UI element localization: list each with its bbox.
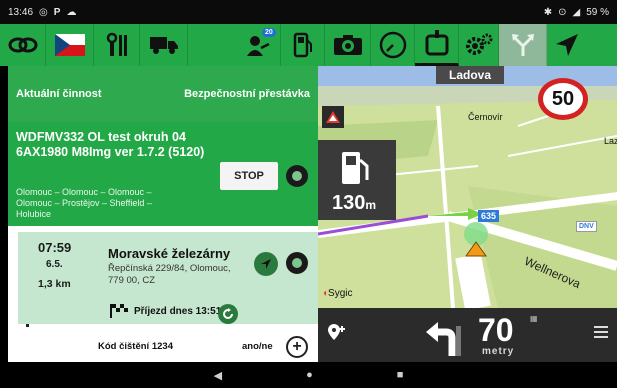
fuel-pump-icon bbox=[342, 152, 369, 184]
czech-flag-icon bbox=[54, 34, 85, 56]
road-number-label: 635 bbox=[478, 210, 500, 222]
tour-title: WDFMV332 OL test okruh 04 6AX1980 M8Img … bbox=[16, 130, 205, 159]
safety-break-label: Bezpečnostní přestávka bbox=[184, 88, 310, 100]
activity-bar[interactable]: Aktuální činnost Bezpečnostní přestávka bbox=[8, 66, 318, 122]
stop-time: 07:59 bbox=[38, 240, 72, 255]
tachograph-icon bbox=[425, 29, 448, 55]
navigation-arrow-icon bbox=[556, 34, 578, 56]
arrival-time: Příjezd dnes 13:51 bbox=[134, 306, 222, 317]
refresh-button[interactable] bbox=[218, 304, 238, 324]
status-bar: 13:46 ◎ P ☁ ✱ ⊙ ◢ 59 % bbox=[0, 0, 617, 24]
turn-instruction-bar: ▦ 70 metry bbox=[318, 308, 617, 362]
stop-date: 6.5. bbox=[46, 259, 63, 270]
stop-detail-button[interactable] bbox=[286, 252, 308, 274]
battery-level: 59 % bbox=[586, 6, 609, 18]
navigate-to-stop-button[interactable] bbox=[254, 252, 278, 276]
lane-indicator-icon: ▦ bbox=[530, 314, 538, 323]
speedometer-icon bbox=[379, 31, 406, 59]
navigation-arrow-icon bbox=[261, 259, 271, 269]
camera-icon bbox=[333, 35, 362, 55]
speedometer-button[interactable] bbox=[371, 24, 415, 66]
cloud-icon: ☁ bbox=[66, 6, 77, 18]
stop-name: Moravské železárny bbox=[108, 246, 231, 261]
sygic-logo: ◖Sygic bbox=[322, 288, 353, 299]
fuel-pump-icon bbox=[293, 32, 312, 58]
fuel-station-poi[interactable]: 130m bbox=[318, 140, 396, 220]
warning-triangle-icon bbox=[326, 111, 340, 123]
link-icon bbox=[8, 37, 37, 53]
current-road bbox=[455, 253, 491, 308]
cleaning-code-row[interactable]: Kód čištění 1234 ano/ne + bbox=[8, 330, 318, 362]
sygic-brand: Sygic bbox=[328, 288, 353, 299]
yes-no-label: ano/ne bbox=[242, 341, 273, 352]
task-panel: Aktuální činnost Bezpečnostní přestávka … bbox=[8, 66, 318, 362]
tour-card[interactable]: WDFMV332 OL test okruh 04 6AX1980 M8Img … bbox=[8, 122, 318, 226]
dnv-sign: DNV bbox=[576, 221, 597, 232]
route-split-icon bbox=[511, 34, 534, 56]
hamburger-menu-icon[interactable] bbox=[594, 326, 608, 340]
turn-left-icon bbox=[426, 322, 461, 356]
home-icon[interactable]: ● bbox=[306, 369, 313, 381]
message-badge: 20 bbox=[262, 28, 276, 37]
tachograph-button[interactable] bbox=[415, 24, 459, 66]
clock: 13:46 bbox=[8, 6, 34, 18]
parking-icon: P bbox=[53, 6, 61, 18]
truck-icon bbox=[149, 37, 178, 54]
stop-distance: 1,3 km bbox=[38, 278, 71, 290]
refresh-icon bbox=[223, 308, 233, 319]
turn-distance: 70 bbox=[478, 312, 514, 348]
route-split-button[interactable] bbox=[499, 24, 547, 66]
next-stop-card[interactable]: 07:59 6.5. 1,3 km Moravské železárny Řep… bbox=[18, 232, 318, 324]
location-icon: ⊙ bbox=[558, 6, 567, 18]
speed-camera-warning[interactable] bbox=[322, 106, 344, 128]
driver-status-button[interactable] bbox=[94, 24, 140, 66]
laz-label: Laz bbox=[604, 136, 617, 146]
stop-button[interactable]: STOP bbox=[220, 162, 278, 190]
add-button[interactable]: + bbox=[286, 336, 308, 358]
cernovir-label: Černovír bbox=[468, 112, 503, 122]
poi-distance-unit: m bbox=[365, 198, 377, 212]
turn-distance-unit: metry bbox=[482, 346, 515, 357]
cleaning-code-label: Kód čištění 1234 bbox=[98, 341, 173, 352]
tour-route: Olomouc – Olomouc – Olomouc – Olomouc – … bbox=[16, 187, 152, 219]
current-activity-label: Aktuální činnost bbox=[16, 88, 102, 100]
dot-icon bbox=[292, 171, 302, 181]
connection-button[interactable] bbox=[0, 24, 46, 66]
recents-icon[interactable]: ■ bbox=[397, 369, 404, 381]
dot-icon bbox=[292, 258, 302, 268]
add-waypoint-button[interactable] bbox=[326, 322, 348, 349]
current-street-label: Ladova bbox=[436, 66, 504, 84]
back-icon[interactable]: ◀ bbox=[214, 369, 222, 382]
language-button[interactable] bbox=[46, 24, 94, 66]
poi-distance: 130 bbox=[332, 192, 366, 214]
main-toolbar: 20 bbox=[0, 24, 617, 66]
checkered-flag-icon bbox=[110, 304, 128, 318]
tour-detail-button[interactable] bbox=[286, 165, 308, 187]
gears-icon bbox=[465, 33, 492, 55]
settings-button[interactable] bbox=[459, 24, 499, 66]
messages-button[interactable]: 20 bbox=[236, 24, 281, 66]
bluetooth-icon: ✱ bbox=[543, 6, 553, 18]
speed-limit-sign: 50 bbox=[538, 78, 588, 120]
eye-icon: ◎ bbox=[39, 6, 48, 18]
navigate-button[interactable] bbox=[547, 24, 587, 66]
vehicle-button[interactable] bbox=[140, 24, 188, 66]
system-navigation-bar: ◀ ● ■ bbox=[0, 362, 617, 388]
stop-address: Řepčínská 229/84, Olomouc, 779 00, CZ bbox=[108, 263, 231, 286]
pin-plus-icon bbox=[328, 324, 345, 340]
signal-icon: ◢ bbox=[572, 6, 581, 18]
poi-distance-row: 130m bbox=[332, 192, 376, 215]
fuel-button[interactable] bbox=[281, 24, 325, 66]
wrench-person-icon bbox=[106, 32, 127, 56]
camera-button[interactable] bbox=[325, 24, 371, 66]
